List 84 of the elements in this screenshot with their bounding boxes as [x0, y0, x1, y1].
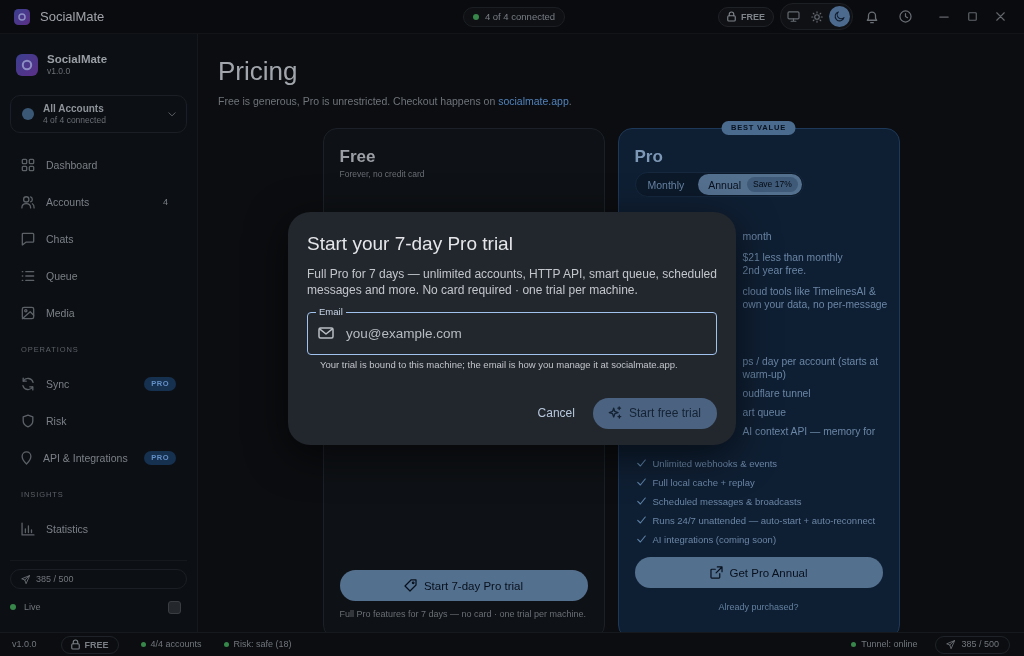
version-text: v1.0.0 [12, 639, 37, 650]
avatar-icon [22, 108, 34, 120]
nav-item[interactable]: Queue [10, 257, 187, 295]
close-icon [995, 12, 1005, 21]
list-icon [21, 269, 35, 283]
grid-icon [21, 158, 35, 172]
cancel-button[interactable]: Cancel [537, 398, 575, 428]
mail-icon [318, 327, 334, 339]
app-title: SocialMate [40, 8, 105, 25]
chat-icon [21, 232, 35, 246]
price-text: month [742, 229, 772, 243]
pin-icon [21, 451, 32, 465]
minimize-icon [939, 15, 949, 18]
send-icon [21, 574, 30, 584]
dialog-description: Full Pro for 7 days — unlimited accounts, HTTP API, smart queue, scheduled messages and more. No card required · one trial per machine. [307, 265, 717, 298]
billing-option[interactable]: Annual Save 17% [698, 174, 802, 195]
feature-text: oudflare tunnel [742, 386, 811, 400]
nav-item[interactable]: Dashboard [10, 146, 187, 184]
helper-text: Your trial is bound to this machine; the email is how you manage it at socialmate.app. [319, 358, 679, 371]
send-icon [946, 640, 956, 649]
sidebar-toggle-button[interactable] [168, 600, 181, 614]
sun-icon [810, 10, 823, 23]
nav-item[interactable]: Accounts 4 [10, 183, 187, 221]
connection-text: 4 of 4 connected [484, 10, 556, 23]
account-subtitle: 4 of 4 connected [43, 115, 106, 126]
sparkle-icon [607, 406, 622, 420]
refresh-icon [21, 377, 35, 391]
plan-note: Full Pro features for 7 days — no card · one trial per machine. [339, 607, 588, 621]
page-title: Pricing [218, 55, 299, 87]
feature-text: Scheduled messages & broadcasts [652, 494, 802, 508]
live-text: Live [24, 602, 41, 612]
status-text: Tunnel: online [861, 639, 918, 650]
nav-item[interactable]: Media [10, 294, 187, 332]
page-subtitle: Free is generous, Pro is unrestricted. Checkout happens on socialmate.app. [218, 94, 573, 108]
clock-icon [898, 10, 912, 23]
plan-button[interactable]: FREE [718, 6, 774, 27]
plan-name: Free [339, 146, 377, 168]
count-label: 4 [163, 196, 168, 209]
start-trial-button[interactable]: Start 7-day Pro trial [339, 570, 588, 601]
billing-option[interactable]: Monthly [636, 174, 696, 195]
get-pro-button[interactable]: Get Pro Annual [634, 557, 883, 588]
feature-text: art queue [742, 405, 786, 419]
logo-icon [14, 8, 30, 25]
field-label: Email [316, 305, 346, 318]
feature-text: AI integrations (coming soon) [652, 532, 777, 546]
shield-icon [21, 414, 35, 428]
save-badge: Save 17% [746, 177, 798, 192]
feature-text: AI context API — memory for [742, 424, 876, 438]
purchased-link[interactable]: Already purchased? [718, 600, 799, 614]
usage-text: 385 / 500 [36, 574, 74, 584]
app-name: SocialMate [47, 52, 108, 66]
version-text: v1.0.0 [47, 66, 72, 77]
feature-text: Runs 24/7 unattended — auto-start + auto-reconnect [652, 513, 876, 527]
maximize-icon [967, 12, 977, 21]
nav-item[interactable]: Statistics [10, 510, 187, 548]
chevron-down-icon [168, 111, 176, 117]
users-icon [21, 195, 35, 209]
account-switcher[interactable]: All Accounts 4 of 4 connected [10, 95, 187, 133]
lock-icon [727, 11, 736, 22]
website-link[interactable]: socialmate.app [498, 95, 569, 107]
logo-icon [16, 53, 38, 76]
feature-text: ps / day per account (starts at warm-up) [742, 354, 879, 381]
status-text: Risk: safe (18) [233, 639, 292, 650]
usage-text: 385 / 500 [961, 639, 999, 650]
bar-chart-icon [21, 522, 35, 536]
feature-text: Full local cache + replay [652, 475, 755, 489]
status-text: 4/4 accounts [150, 639, 202, 650]
monitor-icon [787, 11, 800, 22]
savings-text: $21 less than monthly 2nd year free. [742, 251, 843, 277]
plan-description: cloud tools like TimelinesAI & own your data, no per-message [742, 285, 888, 311]
theme-button[interactable] [829, 6, 850, 27]
nav-item[interactable]: Chats [10, 220, 187, 258]
moon-icon [834, 11, 845, 22]
plan-tagline: Forever, no credit card [339, 169, 426, 180]
image-icon [21, 306, 35, 320]
dialog-title: Start your 7-day Pro trial [307, 232, 514, 255]
feature-text: Unlimited webhooks & events [652, 456, 778, 470]
nav-item[interactable]: Risk [10, 402, 187, 440]
lock-icon [70, 639, 80, 650]
plan-name: Pro [634, 146, 664, 168]
tag-icon [403, 579, 417, 592]
account-title: All Accounts [43, 102, 105, 115]
external-link-icon [709, 566, 723, 579]
bell-icon [866, 9, 878, 24]
